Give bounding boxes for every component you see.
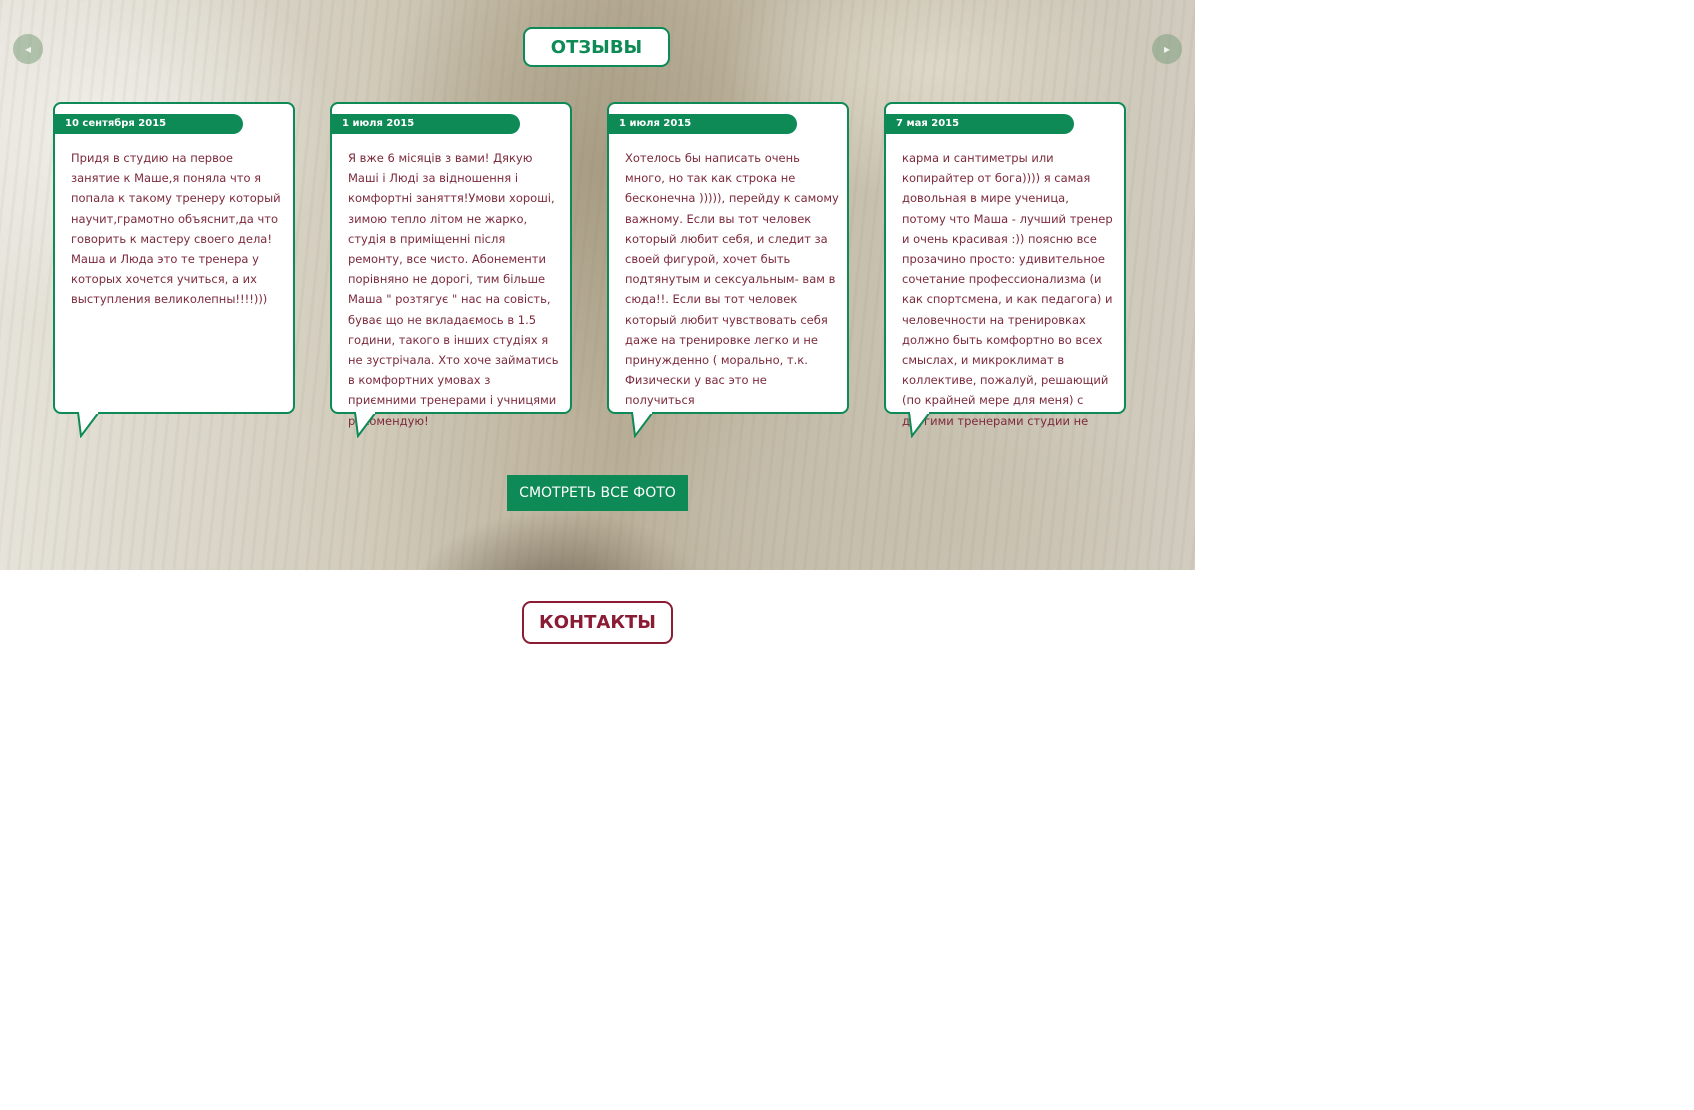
- slider-next-arrow[interactable]: ▸: [1152, 34, 1182, 64]
- view-all-photos-button[interactable]: СМОТРЕТЬ ВСЕ ФОТО: [507, 475, 688, 511]
- reviews-section: ◂ ОТЗЫВЫ ▸ 10 сентября 2015 Придя в студ…: [0, 0, 1195, 570]
- review-card: 1 июля 2015 Я вже 6 місяців з вами! Дяку…: [330, 102, 572, 438]
- chevron-left-icon: ◂: [24, 42, 32, 56]
- review-text: карма и сантиметры или копирайтер от бог…: [902, 151, 1113, 428]
- review-date: 1 июля 2015: [332, 114, 520, 134]
- review-date: 7 мая 2015: [886, 114, 1074, 134]
- chevron-right-icon: ▸: [1163, 42, 1171, 56]
- review-date: 1 июля 2015: [609, 114, 797, 134]
- review-text: Придя в студию на первое занятие к Маше,…: [71, 151, 281, 307]
- review-date: 10 сентября 2015: [55, 114, 243, 134]
- speech-bubble-tail: [631, 412, 654, 438]
- review-text: Хотелось бы написать очень много, но так…: [625, 151, 839, 408]
- contacts-title: КОНТАКТЫ: [522, 601, 673, 644]
- review-card: 1 июля 2015 Хотелось бы написать очень м…: [607, 102, 849, 438]
- slider-prev-arrow[interactable]: ◂: [13, 34, 43, 64]
- reviews-title: ОТЗЫВЫ: [523, 27, 670, 67]
- review-card: 10 сентября 2015 Придя в студию на перво…: [53, 102, 295, 438]
- review-text: Я вже 6 місяців з вами! Дякую Маші і Люд…: [348, 151, 559, 428]
- review-card: 7 мая 2015 карма и сантиметры или копира…: [884, 102, 1126, 438]
- speech-bubble-tail: [77, 412, 100, 438]
